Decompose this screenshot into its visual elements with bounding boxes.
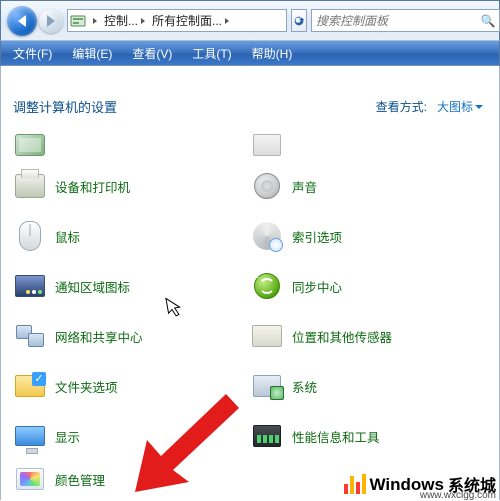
chevron-right-icon bbox=[141, 18, 145, 24]
view-mode-button[interactable]: 大图标 bbox=[433, 96, 487, 117]
heading-row: 调整计算机的设置 查看方式: 大图标 bbox=[1, 96, 499, 128]
arrow-right-icon bbox=[47, 15, 55, 27]
color-icon bbox=[13, 466, 47, 492]
sync-icon bbox=[250, 269, 284, 303]
nav-buttons bbox=[7, 6, 63, 36]
menu-view[interactable]: 查看(V) bbox=[122, 42, 182, 65]
item-folder-options[interactable]: 文件夹选项 bbox=[13, 366, 250, 406]
item-label: 显示 bbox=[55, 427, 80, 446]
view-mode: 查看方式: 大图标 bbox=[376, 96, 487, 117]
item-partial-left[interactable] bbox=[13, 134, 250, 156]
chevron-right-icon bbox=[93, 18, 97, 24]
generic-icon bbox=[250, 128, 284, 162]
item-sound[interactable]: 声音 bbox=[250, 166, 487, 206]
folder-options-icon bbox=[13, 369, 47, 403]
menubar: 文件(F) 编辑(E) 查看(V) 工具(T) 帮助(H) bbox=[0, 40, 500, 66]
generic-icon bbox=[250, 466, 284, 492]
item-mouse[interactable]: 鼠标 bbox=[13, 216, 250, 256]
breadcrumb-seg-1[interactable]: 控制... bbox=[101, 10, 149, 31]
performance-icon bbox=[250, 419, 284, 453]
item-label: 索引选项 bbox=[292, 227, 342, 246]
item-label: 同步中心 bbox=[292, 277, 342, 296]
printer-icon bbox=[13, 169, 47, 203]
titlebar: 控制... 所有控制面... 🔍 bbox=[0, 0, 500, 40]
content-area: 调整计算机的设置 查看方式: 大图标 设备和打印机 声音 bbox=[0, 66, 500, 500]
item-network-sharing[interactable]: 网络和共享中心 bbox=[13, 316, 250, 356]
item-label: 性能信息和工具 bbox=[292, 427, 380, 446]
arrow-left-icon bbox=[18, 15, 26, 27]
nav-back-button[interactable] bbox=[7, 6, 37, 36]
search-box[interactable]: 🔍 bbox=[311, 9, 500, 32]
chevron-right-icon bbox=[225, 18, 229, 24]
mouse-icon bbox=[13, 219, 47, 253]
item-label: 通知区域图标 bbox=[55, 277, 130, 296]
nav-forward-button[interactable] bbox=[39, 9, 63, 33]
menu-help[interactable]: 帮助(H) bbox=[242, 42, 303, 65]
generic-icon bbox=[13, 128, 47, 162]
item-partial-right[interactable] bbox=[250, 134, 487, 156]
item-display[interactable]: 显示 bbox=[13, 416, 250, 456]
item-system[interactable]: 系统 bbox=[250, 366, 487, 406]
menu-tools[interactable]: 工具(T) bbox=[182, 42, 241, 65]
item-label: 鼠标 bbox=[55, 227, 80, 246]
search-icon: 🔍 bbox=[477, 14, 499, 28]
item-label: 文件夹选项 bbox=[55, 377, 118, 396]
search-input[interactable] bbox=[312, 14, 477, 28]
item-partial-right-2[interactable] bbox=[250, 466, 487, 492]
indexing-icon bbox=[250, 219, 284, 253]
display-icon bbox=[13, 419, 47, 453]
sensor-icon bbox=[250, 319, 284, 353]
item-notification-area[interactable]: 通知区域图标 bbox=[13, 266, 250, 306]
menu-file[interactable]: 文件(F) bbox=[3, 42, 62, 65]
view-mode-label: 查看方式: bbox=[376, 98, 427, 115]
menu-edit[interactable]: 编辑(E) bbox=[62, 42, 122, 65]
item-color-management[interactable]: 颜色管理 bbox=[13, 466, 250, 492]
watermark-url: www.wxclgg.com bbox=[420, 490, 496, 501]
control-panel-icon bbox=[70, 13, 86, 29]
item-label: 设备和打印机 bbox=[55, 177, 130, 196]
breadcrumb-seg-root[interactable] bbox=[89, 10, 101, 31]
item-devices-printers[interactable]: 设备和打印机 bbox=[13, 166, 250, 206]
item-indexing[interactable]: 索引选项 bbox=[250, 216, 487, 256]
item-performance[interactable]: 性能信息和工具 bbox=[250, 416, 487, 456]
system-icon bbox=[250, 369, 284, 403]
network-icon bbox=[13, 319, 47, 353]
breadcrumb[interactable]: 控制... 所有控制面... bbox=[67, 9, 287, 32]
refresh-button[interactable] bbox=[291, 9, 307, 32]
item-sync-center[interactable]: 同步中心 bbox=[250, 266, 487, 306]
speaker-icon bbox=[250, 169, 284, 203]
breadcrumb-seg-2[interactable]: 所有控制面... bbox=[149, 10, 233, 31]
item-label: 声音 bbox=[292, 177, 317, 196]
item-label: 颜色管理 bbox=[55, 470, 105, 489]
tray-icon bbox=[13, 269, 47, 303]
item-location-sensors[interactable]: 位置和其他传感器 bbox=[250, 316, 487, 356]
item-label: 系统 bbox=[292, 377, 317, 396]
items-grid: 设备和打印机 声音 鼠标 索引选项 通知区域图标 同步中心 网络和共享中心 bbox=[1, 128, 499, 492]
page-heading: 调整计算机的设置 bbox=[13, 97, 376, 116]
item-label: 网络和共享中心 bbox=[55, 327, 143, 346]
caret-down-icon bbox=[475, 105, 483, 109]
item-label: 位置和其他传感器 bbox=[292, 327, 392, 346]
